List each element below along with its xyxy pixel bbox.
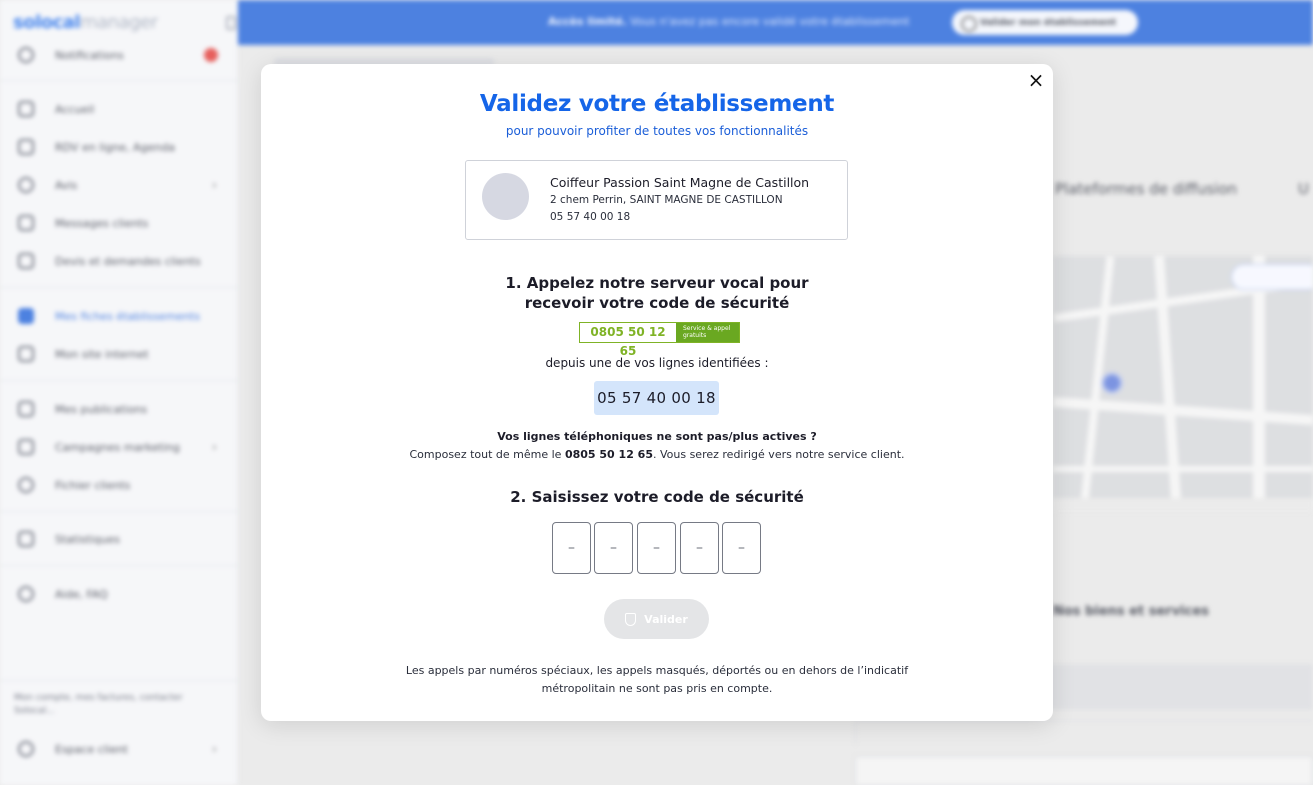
service-number-badge[interactable]: 0805 50 12 65 Service & appel gratuits [579, 322, 740, 358]
modal-title: Validez votre établissement [479, 91, 835, 117]
step1-line1: 1. Appelez notre serveur vocal pour [505, 274, 809, 292]
step1-heading: 1. Appelez notre serveur vocal pour rece… [261, 273, 1053, 313]
business-phone: 05 57 40 00 18 [550, 211, 631, 223]
shield-icon [625, 612, 637, 626]
business-card: Coiffeur Passion Saint Magne de Castillo… [465, 160, 848, 240]
service-free-tag: Service & appel gratuits [676, 323, 739, 342]
service-tag-line2: gratuits [683, 332, 707, 339]
inactive-lines-question: Vos lignes téléphoniques ne sont pas/plu… [497, 430, 817, 443]
code-digit-2[interactable]: – [594, 522, 633, 574]
modal-subtitle: pour pouvoir profiter de toutes vos fonc… [505, 124, 809, 138]
security-code-inputs: – – – – – [552, 522, 762, 574]
from-lines-label: depuis une de vos lignes identifiées : [545, 356, 769, 370]
validation-modal: × Validez votre établissement pour pouvo… [261, 64, 1053, 721]
business-avatar [482, 173, 529, 220]
validate-button[interactable]: Valider [604, 599, 709, 639]
business-name: Coiffeur Passion Saint Magne de Castillo… [550, 175, 810, 190]
business-address: 2 chem Perrin, SAINT MAGNE DE CASTILLON [550, 194, 783, 206]
close-icon[interactable]: × [1026, 70, 1046, 90]
code-digit-4[interactable]: – [680, 522, 719, 574]
service-tag-line1: Service & appel [683, 325, 731, 332]
step2-heading: 2. Saisissez votre code de sécurité [510, 488, 804, 506]
step1-line2: recevoir votre code de sécurité [524, 294, 790, 312]
identified-line-chip: 05 57 40 00 18 [594, 381, 719, 415]
calls-footnote: Les appels par numéros spéciaux, les app… [405, 664, 909, 695]
code-digit-3[interactable]: – [637, 522, 676, 574]
code-digit-1[interactable]: – [552, 522, 591, 574]
inactive-number: 0805 50 12 65 [564, 448, 653, 461]
validate-button-label: Valider [644, 612, 688, 626]
inactive-lines-text: Composez tout de même le 0805 50 12 65. … [409, 448, 905, 461]
service-number: 0805 50 12 65 [590, 325, 666, 358]
code-digit-5[interactable]: – [722, 522, 761, 574]
